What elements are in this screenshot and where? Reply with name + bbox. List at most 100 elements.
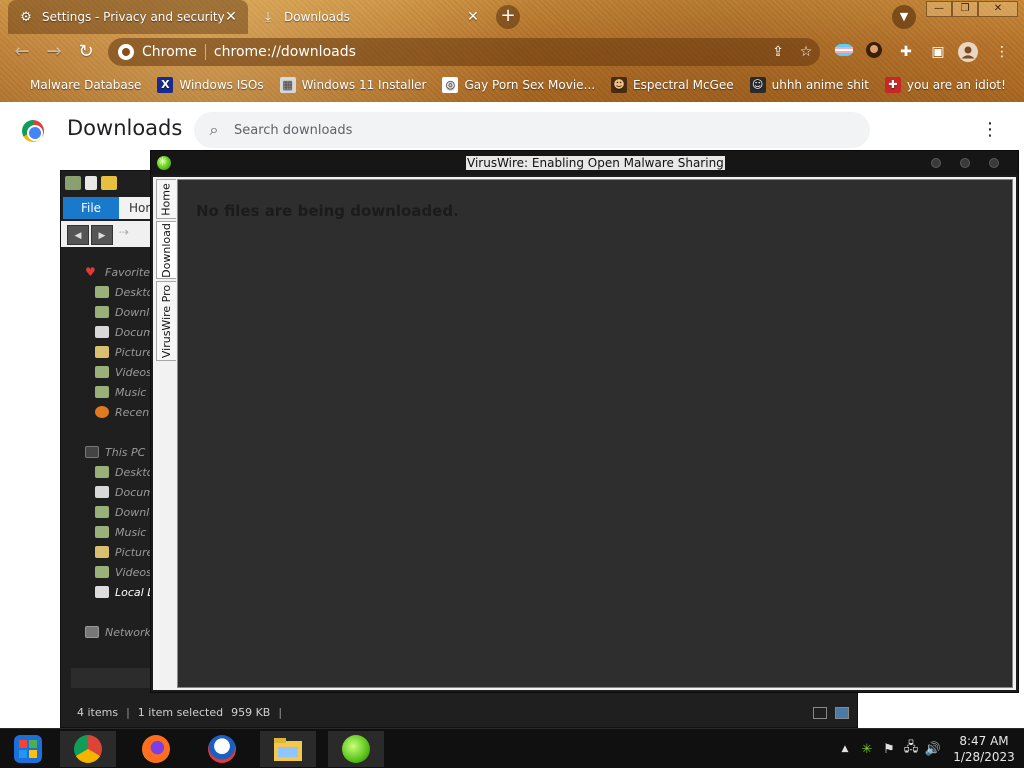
address-bar[interactable]: Chrome chrome://downloads ⇪ ☆ <box>108 38 820 66</box>
forward-button[interactable]: → <box>42 40 66 64</box>
minimize-button[interactable]: — <box>926 1 952 17</box>
viruswire-content: Home Download VirusWire Pro No files are… <box>153 177 1016 690</box>
nav-fav-recent[interactable]: Recent <box>95 403 154 421</box>
bookmark-label: Espectral McGee <box>633 78 734 92</box>
tab-settings[interactable]: ⚙ Settings - Privacy and security ✕ <box>8 0 248 34</box>
explorer-back-button[interactable]: ◀ <box>67 225 89 245</box>
close-icon[interactable]: ✕ <box>224 9 238 25</box>
taskbar-viruswire[interactable] <box>328 731 384 767</box>
bookmark-windows-isos[interactable]: X Windows ISOs <box>149 73 271 97</box>
chrome-icon <box>74 735 102 763</box>
taskbar-chrome[interactable] <box>60 731 116 767</box>
music-folder-icon <box>95 386 109 398</box>
extension-flag-icon[interactable] <box>834 42 854 62</box>
nav-label: Docum <box>115 325 154 339</box>
nav-network[interactable]: Network <box>85 623 151 641</box>
nav-this-pc[interactable]: This PC <box>85 443 145 461</box>
drive-icon <box>95 586 109 598</box>
documents-folder-icon <box>95 486 109 498</box>
download-icon: ⤓ <box>265 9 271 25</box>
tab-download[interactable]: Download <box>156 221 176 279</box>
close-button[interactable] <box>989 158 999 168</box>
share-icon[interactable]: ⇪ <box>764 44 792 60</box>
viruswire-titlebar[interactable]: VirusWire: Enabling Open Malware Sharing <box>151 151 1018 175</box>
details-view-icon[interactable] <box>813 707 827 719</box>
new-tab-button[interactable]: + <box>496 5 520 29</box>
taskbar-file-explorer[interactable] <box>260 731 316 767</box>
nav-label: Picture <box>115 345 154 359</box>
taskbar: ▲ ✳ ⚑ 🖧 🔊 8:47 AM 1/28/2023 <box>0 728 1024 768</box>
start-button[interactable] <box>0 731 56 767</box>
kebab-menu-icon[interactable]: ⋮ <box>992 42 1012 62</box>
bookmark-windows-11-installer[interactable]: ▦ Windows 11 Installer <box>272 73 435 97</box>
back-button[interactable]: ← <box>10 40 34 64</box>
nav-pc-videos[interactable]: Videos <box>95 563 152 581</box>
folder-icon[interactable] <box>65 176 81 190</box>
taskbar-campaign[interactable] <box>194 731 250 767</box>
extension-avatar-icon[interactable] <box>864 42 884 62</box>
nav-label: Network <box>105 625 151 639</box>
ribbon-tab-file[interactable]: File <box>63 197 119 219</box>
profile-icon[interactable] <box>958 42 978 62</box>
nav-pc-pictures[interactable]: Picture <box>95 543 153 561</box>
restore-button[interactable]: ❐ <box>952 1 978 17</box>
url-text[interactable]: chrome://downloads <box>214 44 764 60</box>
more-options-icon[interactable]: ⋮ <box>980 120 1000 140</box>
bookmark-star-icon[interactable]: ☆ <box>792 44 820 60</box>
tab-viruswire-pro[interactable]: VirusWire Pro <box>156 281 176 361</box>
minimize-button[interactable] <box>931 158 941 168</box>
new-folder-icon[interactable] <box>101 176 117 190</box>
nav-fav-documents[interactable]: Docum <box>95 323 154 341</box>
bookmark-malware-database[interactable]: Malware Database <box>0 73 149 97</box>
viruswire-tray-icon[interactable]: ✳ <box>856 742 878 757</box>
extensions-puzzle-icon[interactable]: ✚ <box>896 42 916 62</box>
maximize-button[interactable] <box>960 158 970 168</box>
explorer-forward-button[interactable]: ▶ <box>91 225 113 245</box>
bookmark-gay-porn-sex-movie[interactable]: ◎ Gay Porn Sex Movie... <box>434 73 603 97</box>
nav-pc-desktop[interactable]: Deskto <box>95 463 153 481</box>
nav-pc-documents[interactable]: Docum <box>95 483 154 501</box>
taskbar-firefox[interactable] <box>128 731 184 767</box>
show-hidden-icons-icon[interactable]: ▲ <box>834 744 856 754</box>
reload-button[interactable]: ↻ <box>74 40 98 64</box>
tab-home[interactable]: Home <box>156 179 176 219</box>
nav-pc-music[interactable]: Music <box>95 523 146 541</box>
system-tray: ▲ ✳ ⚑ 🖧 🔊 8:47 AM 1/28/2023 <box>834 729 1024 768</box>
search-downloads-input[interactable]: ⌕ Search downloads <box>194 112 870 148</box>
viruswire-tab-bar: Home Download VirusWire Pro <box>153 177 177 690</box>
nav-label: Deskto <box>115 465 154 479</box>
volume-icon[interactable]: 🔊 <box>922 742 944 757</box>
clock[interactable]: 8:47 AM 1/28/2023 <box>944 733 1024 765</box>
side-panel-icon[interactable]: ▣ <box>928 42 948 62</box>
action-center-flag-icon[interactable]: ⚑ <box>878 742 900 757</box>
nav-label: Picture <box>115 545 154 559</box>
tab-search-button[interactable]: ▼ <box>892 5 916 29</box>
tab-downloads[interactable]: ⤓ Downloads ✕ <box>250 0 490 34</box>
pictures-folder-icon <box>95 546 109 558</box>
bookmark-you-are-an-idiot[interactable]: ✚ you are an idiot! <box>877 73 1014 97</box>
nav-label: Music <box>115 385 147 399</box>
large-icons-view-icon[interactable] <box>835 707 849 719</box>
nav-fav-downloads[interactable]: Downlo <box>95 303 156 321</box>
window-title: VirusWire: Enabling Open Malware Sharing <box>466 156 725 170</box>
nav-fav-videos[interactable]: Videos <box>95 363 152 381</box>
nav-pc-downloads[interactable]: Downlo <box>95 503 156 521</box>
status-separator: | <box>278 705 283 719</box>
properties-icon[interactable] <box>85 176 97 190</box>
close-window-button[interactable]: ✕ <box>978 1 1018 17</box>
status-separator: | <box>126 705 130 719</box>
network-icon[interactable]: 🖧 <box>900 738 922 760</box>
close-icon[interactable]: ✕ <box>466 9 480 25</box>
explorer-up-icon[interactable]: ⇢ <box>119 225 129 239</box>
nav-pc-local-disk[interactable]: Local D <box>95 583 156 601</box>
download-panel: No files are being downloaded. <box>177 179 1013 688</box>
nav-fav-music[interactable]: Music <box>95 383 146 401</box>
bookmark-uhhh-anime[interactable]: ☺ uhhh anime shit <box>742 73 877 97</box>
clock-time: 8:47 AM <box>959 734 1009 748</box>
nav-label: Videos <box>115 565 152 579</box>
bookmark-espectral-mcgee[interactable]: ☻ Espectral McGee <box>603 73 742 97</box>
nav-fav-pictures[interactable]: Picture <box>95 343 153 361</box>
nav-fav-desktop[interactable]: Deskto <box>95 283 153 301</box>
firefox-icon <box>142 735 170 763</box>
nav-favorites[interactable]: ♥ Favorites <box>85 263 156 281</box>
